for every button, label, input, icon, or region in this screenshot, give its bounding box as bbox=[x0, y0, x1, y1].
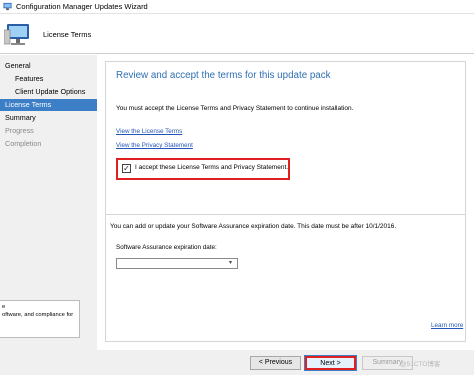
page-title: License Terms bbox=[43, 30, 92, 39]
view-license-terms-link[interactable]: View the License Terms bbox=[116, 128, 182, 135]
sidebar-item-completion: Completion bbox=[5, 139, 42, 148]
accept-terms-label[interactable]: I accept these License Terms and Privacy… bbox=[135, 164, 288, 171]
next-button[interactable]: Next > bbox=[304, 355, 357, 371]
learn-more-link[interactable]: Learn more bbox=[431, 322, 463, 329]
sidebar-item-features[interactable]: Features bbox=[0, 73, 97, 85]
tooltip-fragment: e oftware, and compliance for bbox=[0, 300, 80, 338]
window-title: Configuration Manager Updates Wizard bbox=[16, 2, 148, 11]
sidebar-item-summary[interactable]: Summary bbox=[0, 112, 97, 124]
sidebar-item-general[interactable]: General bbox=[0, 60, 97, 72]
wizard-footer: < Previous Next > Summary @51CTO博客 bbox=[0, 350, 474, 375]
expiration-date-picker[interactable]: ▾ bbox=[116, 258, 238, 269]
section-heading: Review and accept the terms for this upd… bbox=[116, 70, 331, 81]
calendar-dropdown-icon[interactable]: ▾ bbox=[225, 260, 236, 267]
license-panel: Review and accept the terms for this upd… bbox=[105, 61, 466, 342]
sidebar-item-progress: Progress bbox=[5, 126, 34, 135]
title-bar: Configuration Manager Updates Wizard bbox=[0, 0, 474, 14]
software-assurance-description: You can add or update your Software Assu… bbox=[110, 223, 397, 230]
accept-terms-checkbox[interactable]: ✓ bbox=[122, 164, 131, 173]
wizard-banner: License Terms bbox=[0, 14, 474, 54]
tooltip-line-1: e bbox=[2, 304, 6, 310]
tooltip-line-2: oftware, and compliance for bbox=[2, 312, 74, 318]
previous-button[interactable]: < Previous bbox=[250, 356, 301, 370]
sidebar-item-license-terms[interactable]: License Terms bbox=[0, 99, 97, 111]
wizard-app-icon bbox=[3, 2, 12, 11]
watermark: @51CTO博客 bbox=[400, 361, 441, 368]
accept-terms-highlight: ✓ I accept these License Terms and Priva… bbox=[116, 158, 290, 180]
view-privacy-statement-link[interactable]: View the Privacy Statement bbox=[116, 142, 193, 149]
software-assurance-label: Software Assurance expiration date: bbox=[116, 244, 217, 251]
section-divider bbox=[106, 214, 465, 215]
computer-monitor-icon bbox=[4, 24, 29, 45]
instruction-text: You must accept the License Terms and Pr… bbox=[116, 105, 354, 112]
sidebar-item-client-update-options[interactable]: Client Update Options bbox=[0, 86, 97, 98]
main-content: Review and accept the terms for this upd… bbox=[97, 55, 474, 350]
